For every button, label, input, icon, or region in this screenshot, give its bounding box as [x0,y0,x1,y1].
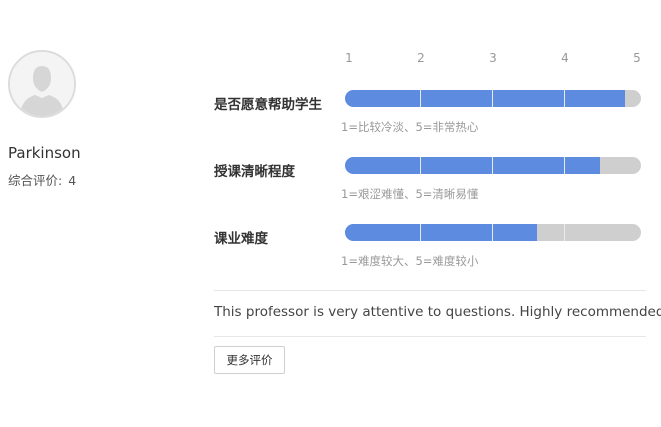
metric-label-clarity: 授课清晰程度 [214,164,295,180]
overall-rating-value: 4 [68,173,77,188]
overall-rating-label: 综合评价: [8,173,63,188]
rating-bar-difficulty [345,224,641,241]
bar-tick [564,157,565,174]
bar-tick [564,90,565,107]
scale-label-5: 5 [633,51,641,65]
metric-legend-helpfulness: 1=比较冷淡、5=非常热心 [341,120,479,134]
metric-label-difficulty: 课业难度 [214,231,268,247]
rating-bar-fill [345,157,600,174]
rating-bar-fill [345,90,626,107]
metric-legend-difficulty: 1=难度较大、5=难度较小 [341,254,479,268]
metric-label-helpfulness: 是否愿意帮助学生 [214,97,322,113]
bar-tick [420,157,421,174]
rating-bar-fill [345,224,538,241]
bar-tick [492,224,493,241]
rating-bar-helpfulness [345,90,641,107]
review-comment: This professor is very attentive to ques… [214,304,661,320]
more-reviews-button[interactable]: 更多评价 [214,346,285,374]
metric-legend-clarity: 1=艰涩难懂、5=清晰易懂 [341,187,479,201]
scale-label-1: 1 [345,51,353,65]
bar-tick [564,224,565,241]
scale-label-2: 2 [417,51,425,65]
bar-tick [420,224,421,241]
bar-tick [420,90,421,107]
scale-label-3: 3 [489,51,497,65]
divider [214,290,646,291]
bar-tick [492,90,493,107]
overall-rating: 综合评价: 4 [8,170,76,189]
professor-name: Parkinson [8,144,81,162]
bar-tick [492,157,493,174]
divider [214,336,646,337]
rating-bar-clarity [345,157,641,174]
user-silhouette-icon [10,52,74,116]
scale-label-4: 4 [561,51,569,65]
avatar [8,50,76,118]
